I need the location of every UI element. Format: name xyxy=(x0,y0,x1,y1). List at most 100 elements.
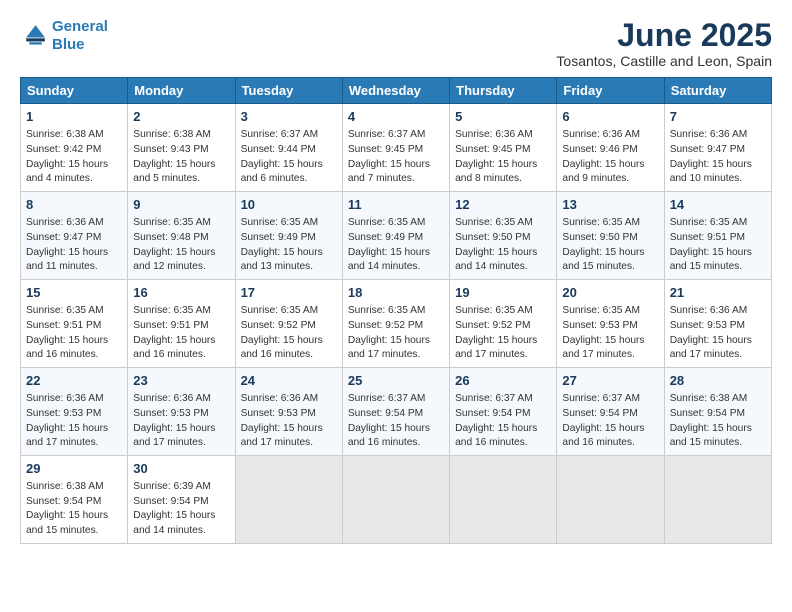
day-detail: Sunrise: 6:35 AM xyxy=(348,304,444,319)
day-detail: Sunset: 9:44 PM xyxy=(241,143,337,158)
day-number: 19 xyxy=(455,284,551,303)
calendar-cell: 12Sunrise: 6:35 AMSunset: 9:50 PMDayligh… xyxy=(450,192,557,280)
day-detail: Daylight: 15 hours xyxy=(562,334,658,349)
calendar-week-5: 29Sunrise: 6:38 AMSunset: 9:54 PMDayligh… xyxy=(21,456,772,544)
day-detail: Sunset: 9:53 PM xyxy=(562,319,658,334)
day-number: 22 xyxy=(26,372,122,391)
calendar-cell: 30Sunrise: 6:39 AMSunset: 9:54 PMDayligh… xyxy=(128,456,235,544)
calendar-cell: 3Sunrise: 6:37 AMSunset: 9:44 PMDaylight… xyxy=(235,104,342,192)
day-detail: and 14 minutes. xyxy=(348,260,444,275)
day-detail: Daylight: 15 hours xyxy=(348,334,444,349)
day-number: 11 xyxy=(348,196,444,215)
day-detail: Daylight: 15 hours xyxy=(133,246,229,261)
calendar-cell: 9Sunrise: 6:35 AMSunset: 9:48 PMDaylight… xyxy=(128,192,235,280)
day-detail: and 16 minutes. xyxy=(348,436,444,451)
day-detail: and 13 minutes. xyxy=(241,260,337,275)
calendar-header-friday: Friday xyxy=(557,78,664,104)
day-number: 14 xyxy=(670,196,766,215)
day-detail: Sunset: 9:49 PM xyxy=(348,231,444,246)
day-detail: Sunset: 9:52 PM xyxy=(241,319,337,334)
day-number: 5 xyxy=(455,108,551,127)
day-detail: Daylight: 15 hours xyxy=(670,158,766,173)
logo-text: General Blue xyxy=(52,18,108,54)
day-detail: and 17 minutes. xyxy=(26,436,122,451)
calendar-cell: 18Sunrise: 6:35 AMSunset: 9:52 PMDayligh… xyxy=(342,280,449,368)
day-number: 9 xyxy=(133,196,229,215)
calendar-cell: 26Sunrise: 6:37 AMSunset: 9:54 PMDayligh… xyxy=(450,368,557,456)
day-detail: Daylight: 15 hours xyxy=(241,422,337,437)
day-detail: Daylight: 15 hours xyxy=(455,158,551,173)
day-detail: and 17 minutes. xyxy=(133,436,229,451)
day-detail: Sunrise: 6:36 AM xyxy=(241,392,337,407)
day-detail: Sunset: 9:52 PM xyxy=(348,319,444,334)
calendar-cell xyxy=(235,456,342,544)
day-detail: and 15 minutes. xyxy=(26,524,122,539)
day-detail: Sunset: 9:49 PM xyxy=(241,231,337,246)
calendar-cell: 21Sunrise: 6:36 AMSunset: 9:53 PMDayligh… xyxy=(664,280,771,368)
day-number: 29 xyxy=(26,460,122,479)
day-detail: and 14 minutes. xyxy=(133,524,229,539)
calendar-cell: 28Sunrise: 6:38 AMSunset: 9:54 PMDayligh… xyxy=(664,368,771,456)
calendar-header-thursday: Thursday xyxy=(450,78,557,104)
day-detail: and 4 minutes. xyxy=(26,172,122,187)
day-detail: Sunrise: 6:38 AM xyxy=(670,392,766,407)
day-detail: Daylight: 15 hours xyxy=(455,334,551,349)
day-detail: Sunrise: 6:35 AM xyxy=(241,304,337,319)
day-detail: Sunset: 9:51 PM xyxy=(670,231,766,246)
calendar-week-3: 15Sunrise: 6:35 AMSunset: 9:51 PMDayligh… xyxy=(21,280,772,368)
day-detail: Daylight: 15 hours xyxy=(133,509,229,524)
calendar-cell: 25Sunrise: 6:37 AMSunset: 9:54 PMDayligh… xyxy=(342,368,449,456)
day-detail: Sunrise: 6:35 AM xyxy=(562,304,658,319)
day-detail: Sunset: 9:54 PM xyxy=(26,495,122,510)
day-detail: Daylight: 15 hours xyxy=(348,422,444,437)
calendar-table: SundayMondayTuesdayWednesdayThursdayFrid… xyxy=(20,77,772,544)
calendar-body: 1Sunrise: 6:38 AMSunset: 9:42 PMDaylight… xyxy=(21,104,772,544)
day-detail: Sunset: 9:53 PM xyxy=(26,407,122,422)
day-number: 27 xyxy=(562,372,658,391)
day-detail: and 10 minutes. xyxy=(670,172,766,187)
page: General Blue June 2025 Tosantos, Castill… xyxy=(0,0,792,612)
day-detail: Sunrise: 6:37 AM xyxy=(348,128,444,143)
main-title: June 2025 xyxy=(556,18,772,53)
calendar-week-2: 8Sunrise: 6:36 AMSunset: 9:47 PMDaylight… xyxy=(21,192,772,280)
day-number: 13 xyxy=(562,196,658,215)
calendar-header-row: SundayMondayTuesdayWednesdayThursdayFrid… xyxy=(21,78,772,104)
day-number: 28 xyxy=(670,372,766,391)
day-number: 2 xyxy=(133,108,229,127)
day-detail: Sunrise: 6:36 AM xyxy=(26,392,122,407)
day-detail: and 16 minutes. xyxy=(133,348,229,363)
day-detail: Sunrise: 6:37 AM xyxy=(241,128,337,143)
day-number: 4 xyxy=(348,108,444,127)
calendar-cell xyxy=(450,456,557,544)
day-detail: Sunset: 9:47 PM xyxy=(26,231,122,246)
calendar-cell: 8Sunrise: 6:36 AMSunset: 9:47 PMDaylight… xyxy=(21,192,128,280)
calendar-cell: 15Sunrise: 6:35 AMSunset: 9:51 PMDayligh… xyxy=(21,280,128,368)
day-detail: Sunrise: 6:35 AM xyxy=(670,216,766,231)
day-detail: Sunrise: 6:38 AM xyxy=(26,480,122,495)
day-number: 25 xyxy=(348,372,444,391)
header: General Blue June 2025 Tosantos, Castill… xyxy=(20,18,772,69)
day-number: 1 xyxy=(26,108,122,127)
title-block: June 2025 Tosantos, Castille and Leon, S… xyxy=(556,18,772,69)
day-detail: and 16 minutes. xyxy=(562,436,658,451)
day-detail: Sunrise: 6:35 AM xyxy=(241,216,337,231)
calendar-cell: 27Sunrise: 6:37 AMSunset: 9:54 PMDayligh… xyxy=(557,368,664,456)
subtitle: Tosantos, Castille and Leon, Spain xyxy=(556,53,772,69)
day-detail: Sunset: 9:52 PM xyxy=(455,319,551,334)
calendar-header-tuesday: Tuesday xyxy=(235,78,342,104)
day-detail: Sunset: 9:54 PM xyxy=(455,407,551,422)
day-detail: and 5 minutes. xyxy=(133,172,229,187)
day-number: 24 xyxy=(241,372,337,391)
day-detail: and 7 minutes. xyxy=(348,172,444,187)
calendar-cell: 7Sunrise: 6:36 AMSunset: 9:47 PMDaylight… xyxy=(664,104,771,192)
day-detail: Sunset: 9:54 PM xyxy=(133,495,229,510)
calendar-cell: 29Sunrise: 6:38 AMSunset: 9:54 PMDayligh… xyxy=(21,456,128,544)
day-detail: Sunset: 9:45 PM xyxy=(455,143,551,158)
day-detail: Daylight: 15 hours xyxy=(455,422,551,437)
calendar-cell: 6Sunrise: 6:36 AMSunset: 9:46 PMDaylight… xyxy=(557,104,664,192)
logo: General Blue xyxy=(20,18,108,54)
day-detail: Sunrise: 6:38 AM xyxy=(133,128,229,143)
day-detail: Daylight: 15 hours xyxy=(562,246,658,261)
day-detail: Daylight: 15 hours xyxy=(26,422,122,437)
day-detail: and 16 minutes. xyxy=(241,348,337,363)
